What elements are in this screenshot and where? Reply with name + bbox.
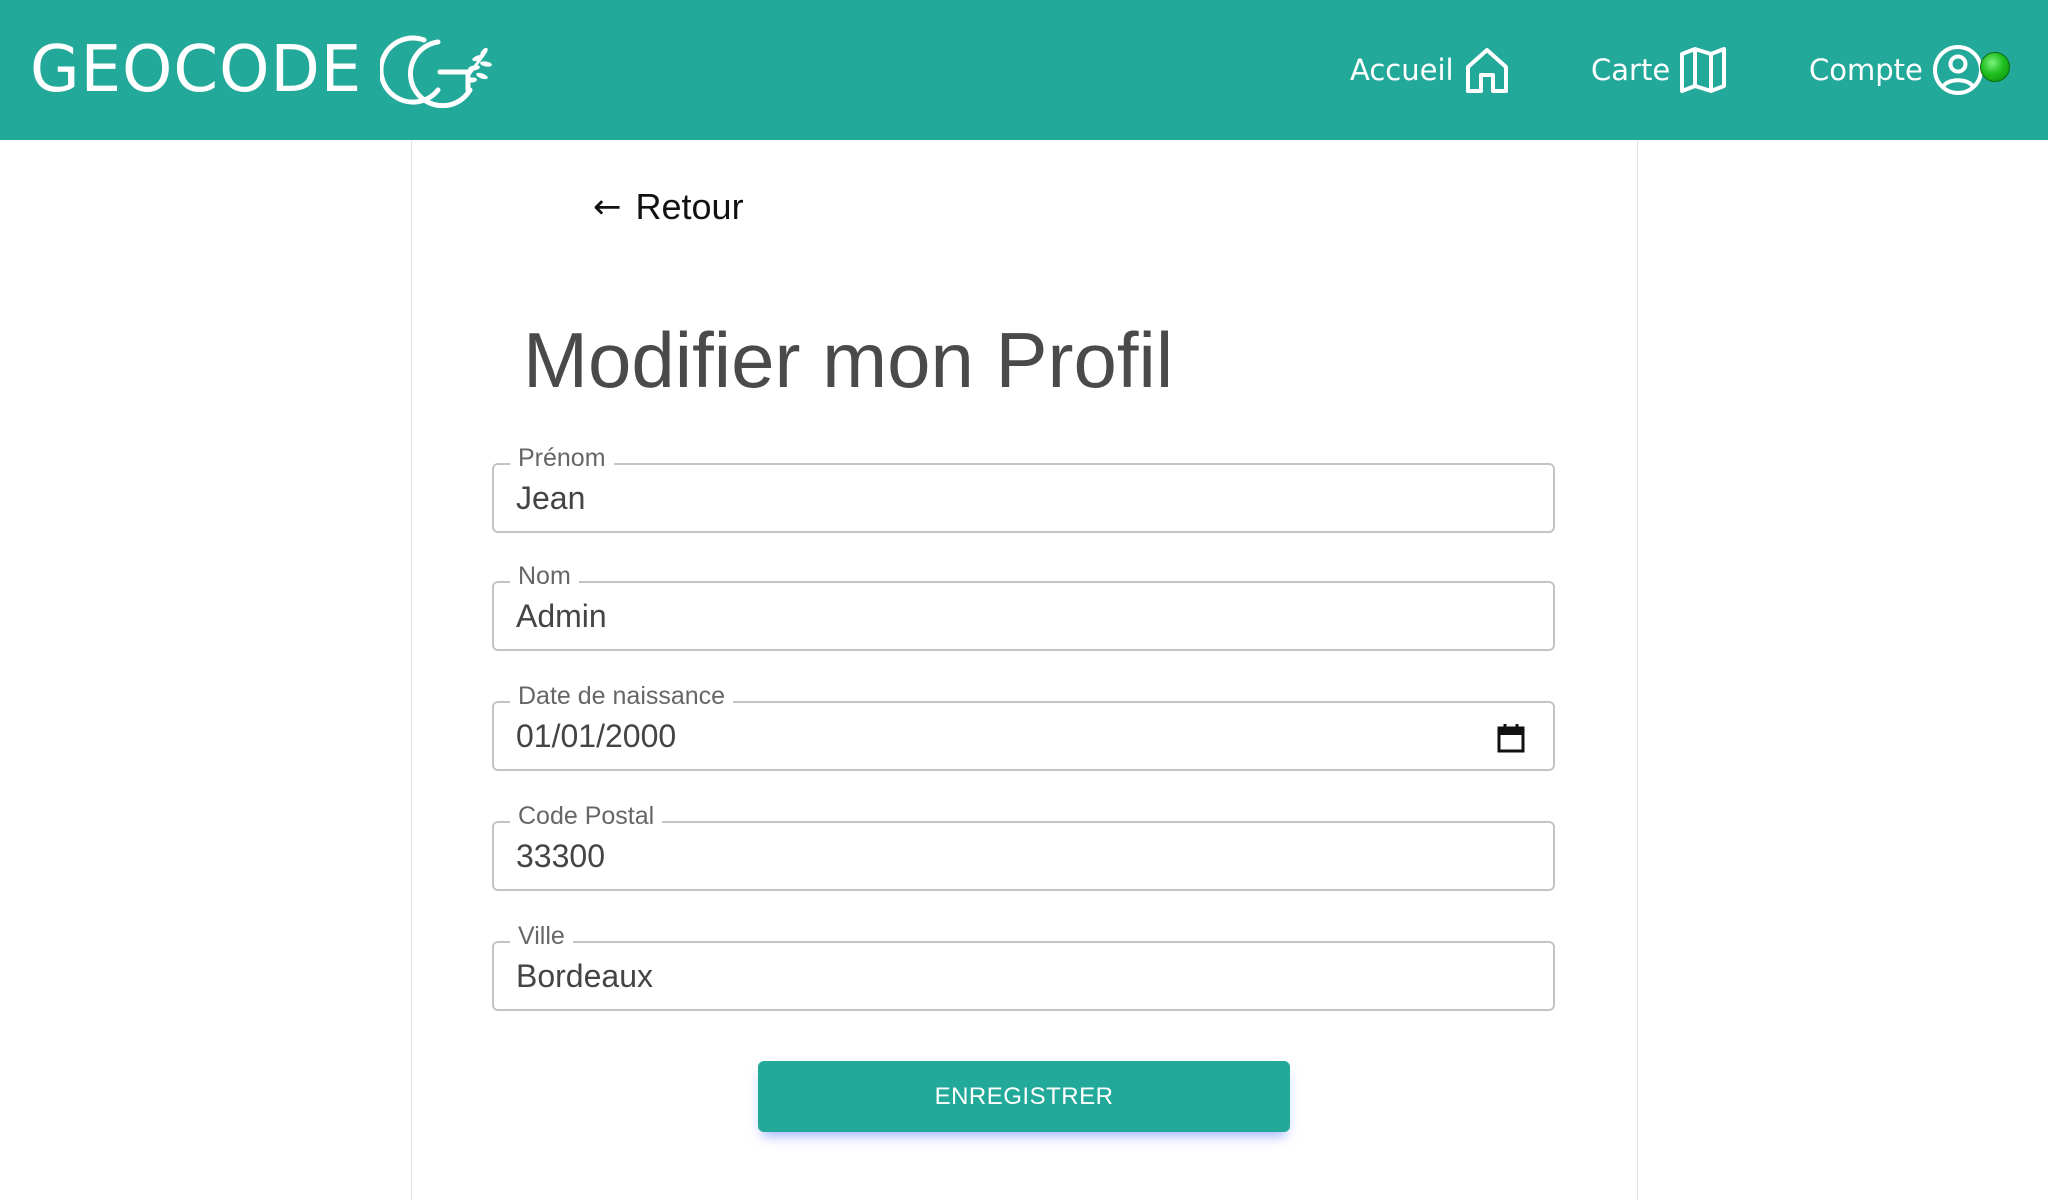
nav-map-label: Carte: [1591, 53, 1671, 87]
postal-code-input[interactable]: [516, 831, 1476, 881]
brand-link[interactable]: GEOCODE: [30, 28, 498, 112]
nav-map-link[interactable]: Carte: [1591, 40, 1728, 100]
birth-date-field[interactable]: Date de naissance: [492, 681, 1555, 771]
nav-home-link[interactable]: Accueil: [1350, 40, 1512, 100]
geocode-logo-icon: [380, 35, 493, 108]
first-name-input[interactable]: [516, 473, 1476, 523]
top-navigation-bar: GEOCODE Accueil Carte Compte: [0, 0, 2048, 140]
nav-account-link[interactable]: Compte: [1809, 40, 1985, 100]
birth-date-label: Date de naissance: [510, 681, 734, 711]
nav-account-label: Compte: [1809, 53, 1923, 87]
save-button[interactable]: ENREGISTRER: [758, 1061, 1290, 1132]
calendar-icon[interactable]: [1497, 723, 1525, 753]
nav-home-label: Accueil: [1350, 53, 1454, 87]
online-status-icon: [1980, 52, 2010, 82]
back-label: Retour: [635, 186, 744, 227]
user-circle-icon: [1932, 45, 1983, 95]
last-name-field[interactable]: Nom: [492, 561, 1555, 651]
postal-code-field[interactable]: Code Postal: [492, 801, 1555, 891]
last-name-input[interactable]: [516, 591, 1476, 641]
profile-edit-panel: [411, 140, 1638, 1200]
arrow-left-icon: ←: [593, 187, 622, 227]
page-title: Modifier mon Profil: [523, 316, 1174, 404]
city-field[interactable]: Ville: [492, 921, 1555, 1011]
city-input[interactable]: [516, 951, 1476, 1001]
back-link[interactable]: ← Retour: [593, 186, 744, 228]
city-label: Ville: [510, 921, 573, 951]
map-icon: [1680, 47, 1727, 93]
first-name-field[interactable]: Prénom: [492, 443, 1555, 533]
first-name-label: Prénom: [510, 443, 614, 473]
postal-code-label: Code Postal: [510, 801, 663, 831]
last-name-label: Nom: [510, 561, 579, 591]
birth-date-input[interactable]: [516, 711, 1476, 761]
home-icon: [1465, 48, 1508, 93]
brand-name: GEOCODE: [30, 33, 363, 107]
